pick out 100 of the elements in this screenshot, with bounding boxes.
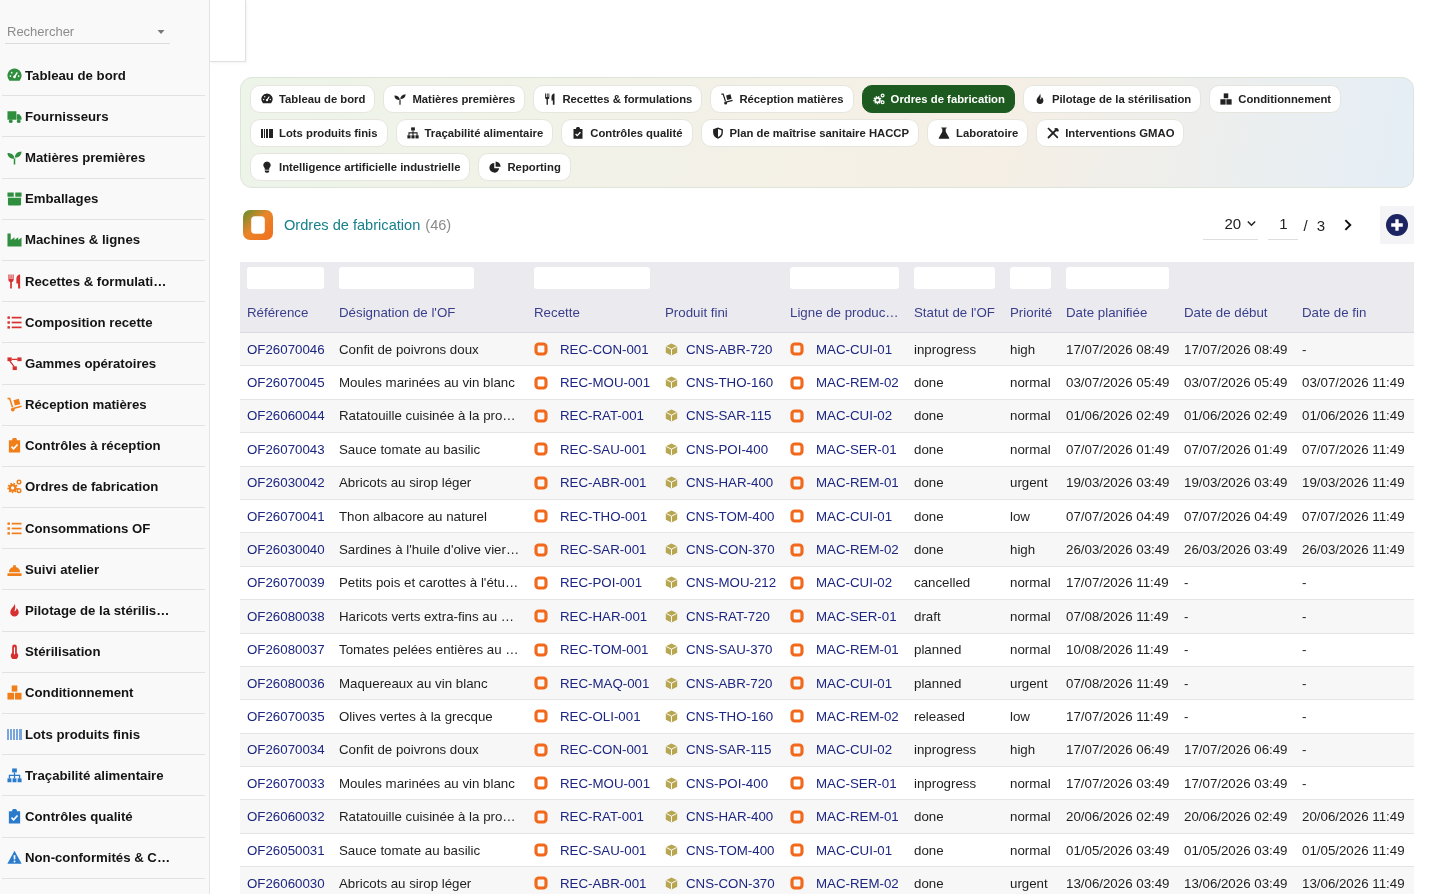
column-header[interactable]: Date planifiée <box>1066 305 1148 321</box>
record-link[interactable]: MAC-CUI-02 <box>816 408 893 424</box>
record-link[interactable]: REC-TOM-001 <box>560 642 649 658</box>
nav-tab[interactable]: Recettes & formulations <box>533 85 703 113</box>
sidebar-item[interactable]: Traçabilité alimentaire <box>2 755 205 797</box>
nav-tab[interactable]: Ordres de fabrication <box>861 85 1015 113</box>
record-link[interactable]: REC-ABR-001 <box>560 875 647 891</box>
product-link[interactable]: CNS-TOM-400 <box>686 842 775 858</box>
reference-link[interactable]: OF26070034 <box>247 742 325 758</box>
record-link[interactable]: MAC-REM-02 <box>816 709 899 724</box>
reference-link[interactable]: OF26050031 <box>247 842 325 858</box>
record-link[interactable]: MAC-REM-02 <box>816 375 899 391</box>
reference-link[interactable]: OF26070045 <box>247 375 325 391</box>
nav-tab[interactable]: Traçabilité alimentaire <box>395 119 554 147</box>
product-link[interactable]: CNS-HAR-400 <box>686 809 774 825</box>
reference-link[interactable]: OF26030042 <box>247 475 325 491</box>
record-link[interactable]: MAC-REM-01 <box>816 475 899 491</box>
nav-tab[interactable]: Plan de maîtrise sanitaire HACCP <box>700 119 920 147</box>
nav-tab[interactable]: Réception matières <box>710 85 854 113</box>
record-link[interactable]: MAC-REM-01 <box>816 809 899 825</box>
sidebar-item[interactable]: Lots produits finis <box>2 714 205 756</box>
nav-tab[interactable]: Intelligence artificielle industrielle <box>250 153 471 181</box>
reference-link[interactable]: OF26080036 <box>247 675 325 691</box>
reference-link[interactable]: OF26070043 <box>247 441 325 457</box>
nav-tab[interactable]: Laboratoire <box>927 119 1029 147</box>
column-header[interactable]: Référence <box>247 305 309 321</box>
column-header[interactable]: Date de début <box>1184 305 1268 321</box>
product-link[interactable]: CNS-CON-370 <box>686 875 775 891</box>
record-link[interactable]: REC-POI-001 <box>560 575 643 591</box>
sidebar-item[interactable]: Composition recette <box>2 302 205 344</box>
sidebar-item[interactable]: Consommations OF <box>2 508 205 550</box>
add-button[interactable] <box>1380 206 1414 244</box>
product-link[interactable]: CNS-CON-370 <box>686 542 775 558</box>
nav-tab[interactable]: Contrôles qualité <box>561 119 693 147</box>
sidebar-item[interactable]: Conditionnement <box>2 672 205 714</box>
sidebar-item[interactable]: Ordres de fabrication <box>2 466 205 509</box>
record-link[interactable]: MAC-SER-01 <box>816 441 897 457</box>
reference-link[interactable]: OF26080038 <box>247 608 325 624</box>
reference-link[interactable]: OF26070041 <box>247 508 325 524</box>
reference-link[interactable]: OF26060044 <box>247 408 325 424</box>
product-link[interactable]: CNS-ABR-720 <box>686 341 773 357</box>
column-header[interactable]: Ligne de produc… <box>790 305 899 321</box>
nav-tab[interactable]: Interventions GMAO <box>1036 119 1185 147</box>
reference-link[interactable]: OF26080037 <box>247 642 325 658</box>
product-link[interactable]: CNS-TOM-400 <box>686 508 775 524</box>
product-link[interactable]: CNS-ABR-720 <box>686 675 773 691</box>
record-link[interactable]: MAC-CUI-01 <box>816 675 893 691</box>
product-link[interactable]: CNS-SAU-370 <box>686 642 773 658</box>
nav-tab[interactable]: Pilotage de la stérilisation <box>1022 85 1202 113</box>
record-link[interactable]: MAC-CUI-02 <box>816 742 893 758</box>
record-link[interactable]: REC-SAU-001 <box>560 441 647 457</box>
column-header[interactable]: Statut de l'OF <box>914 305 995 321</box>
sidebar-item[interactable]: Contrôles à réception <box>2 425 205 467</box>
next-page-button[interactable] <box>1342 218 1354 232</box>
reference-link[interactable]: OF26070039 <box>247 575 325 591</box>
record-link[interactable]: REC-CON-001 <box>560 742 649 758</box>
product-link[interactable]: CNS-RAT-720 <box>686 608 770 624</box>
record-link[interactable]: REC-SAR-001 <box>560 542 647 558</box>
record-link[interactable]: REC-THO-001 <box>560 508 648 524</box>
sidebar-item[interactable]: Recettes & formulati… <box>2 260 205 303</box>
record-link[interactable]: REC-MOU-001 <box>560 375 651 391</box>
record-link[interactable]: MAC-CUI-02 <box>816 575 893 591</box>
sidebar-item[interactable]: Tableau de bord <box>2 55 205 97</box>
reference-link[interactable]: OF26070046 <box>247 341 325 357</box>
nav-tab[interactable]: Tableau de bord <box>250 85 376 113</box>
record-link[interactable]: MAC-REM-02 <box>816 875 899 891</box>
sidebar-item[interactable]: Contrôles qualité <box>2 796 205 838</box>
record-link[interactable]: MAC-SER-01 <box>816 608 897 624</box>
record-link[interactable]: REC-SAU-001 <box>560 842 647 858</box>
column-header[interactable]: Recette <box>534 305 580 321</box>
sidebar-item[interactable]: Pilotage de la stérilis… <box>2 590 205 632</box>
sidebar-item[interactable]: Réception matières <box>2 384 205 426</box>
nav-tab[interactable]: Conditionnement <box>1209 85 1342 113</box>
product-link[interactable]: CNS-HAR-400 <box>686 475 774 491</box>
record-link[interactable]: REC-HAR-001 <box>560 608 648 624</box>
record-link[interactable]: REC-RAT-001 <box>560 809 644 825</box>
product-link[interactable]: CNS-THO-160 <box>686 709 774 724</box>
sidebar-item[interactable]: Emballages <box>2 178 205 220</box>
record-link[interactable]: MAC-CUI-01 <box>816 341 893 357</box>
product-link[interactable]: CNS-MOU-212 <box>686 575 777 591</box>
product-link[interactable]: CNS-POI-400 <box>686 441 769 457</box>
sidebar-item[interactable]: Suivi atelier <box>2 549 205 591</box>
record-link[interactable]: REC-RAT-001 <box>560 408 644 424</box>
nav-tab[interactable]: Reporting <box>478 153 571 181</box>
record-link[interactable]: REC-OLI-001 <box>560 709 641 724</box>
reference-link[interactable]: OF26070033 <box>247 775 325 791</box>
sidebar-item[interactable]: Machines & lignes <box>2 219 205 261</box>
product-link[interactable]: CNS-POI-400 <box>686 775 769 791</box>
nav-tab[interactable]: Matières premières <box>383 85 526 113</box>
record-link[interactable]: REC-MOU-001 <box>560 775 651 791</box>
record-link[interactable]: MAC-REM-01 <box>816 642 899 658</box>
sidebar-item[interactable]: Non-conformités & C… <box>2 837 205 879</box>
page-input[interactable]: 1 <box>1268 214 1299 240</box>
reference-link[interactable]: OF26070035 <box>247 709 325 724</box>
reference-link[interactable]: OF26060030 <box>247 875 325 891</box>
nav-tab[interactable]: Lots produits finis <box>250 119 388 147</box>
product-link[interactable]: CNS-SAR-115 <box>686 742 772 758</box>
sidebar-item[interactable]: Fournisseurs <box>2 96 205 138</box>
record-link[interactable]: REC-CON-001 <box>560 341 649 357</box>
record-link[interactable]: MAC-CUI-01 <box>816 508 893 524</box>
